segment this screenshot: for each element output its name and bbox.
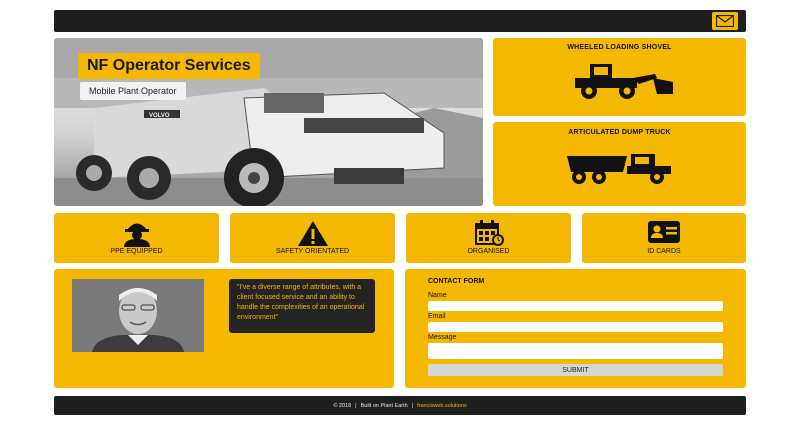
footer-link[interactable]: francisweb.solutions bbox=[417, 403, 467, 409]
contact-title: CONTACT FORM bbox=[428, 278, 485, 285]
id-card-icon bbox=[648, 221, 680, 243]
warning-icon bbox=[297, 221, 328, 246]
feature-label: SAFETY ORIENTATED bbox=[275, 248, 350, 255]
dump-truck-icon bbox=[566, 154, 671, 184]
footer-built: Built on Plant Earth bbox=[360, 402, 408, 409]
wheel-loader-icon bbox=[574, 64, 673, 99]
bio-quote: "I've a diverse range of attributes, wit… bbox=[229, 279, 375, 333]
bio-section: "I've a diverse range of attributes, wit… bbox=[54, 269, 394, 388]
feature-label: PPE EQUIPPED bbox=[110, 248, 163, 255]
machine-title: WHEELED LOADING SHOVEL bbox=[567, 44, 672, 51]
submit-button[interactable]: SUBMIT bbox=[428, 364, 723, 376]
feature-card-organised: ORGANISED bbox=[406, 213, 571, 263]
machine-title: ARTICULATED DUMP TRUCK bbox=[568, 129, 671, 136]
message-field[interactable] bbox=[428, 343, 723, 359]
feature-card-safety: SAFETY ORIENTATED bbox=[230, 213, 395, 263]
feature-card-ppe: PPE EQUIPPED bbox=[54, 213, 219, 263]
footer-separator: | bbox=[411, 402, 414, 409]
feature-card-id: ID CARDS bbox=[582, 213, 746, 263]
machine-card-dump-truck[interactable]: ARTICULATED DUMP TRUCK bbox=[493, 122, 746, 206]
hero-title: NF Operator Services bbox=[78, 53, 260, 79]
footer-separator: | bbox=[355, 402, 357, 409]
feature-label: ORGANISED bbox=[467, 248, 510, 255]
hero-banner: VOLVO NF Operator Services Mobile Plant … bbox=[54, 38, 483, 206]
operator-photo bbox=[72, 279, 204, 352]
mail-button[interactable] bbox=[712, 12, 738, 30]
calendar-clock-icon bbox=[474, 220, 504, 246]
feature-label: ID CARDS bbox=[647, 248, 681, 255]
machine-card-loader[interactable]: WHEELED LOADING SHOVEL bbox=[493, 38, 746, 116]
email-field[interactable] bbox=[428, 322, 723, 332]
name-label: Name bbox=[428, 292, 447, 299]
envelope-icon bbox=[716, 15, 734, 27]
footer-copyright: © 2018 bbox=[333, 402, 352, 409]
top-bar bbox=[54, 10, 746, 32]
email-label: Email bbox=[428, 313, 446, 320]
hero-subtitle: Mobile Plant Operator bbox=[80, 82, 186, 100]
truck-badge: VOLVO bbox=[149, 113, 170, 119]
contact-form: CONTACT FORM Name Email Message SUBMIT bbox=[405, 269, 746, 388]
name-field[interactable] bbox=[428, 301, 723, 311]
message-label: Message bbox=[428, 334, 457, 341]
hard-hat-worker-icon bbox=[123, 223, 150, 247]
footer: © 2018 | Built on Plant Earth | francisw… bbox=[54, 396, 746, 415]
